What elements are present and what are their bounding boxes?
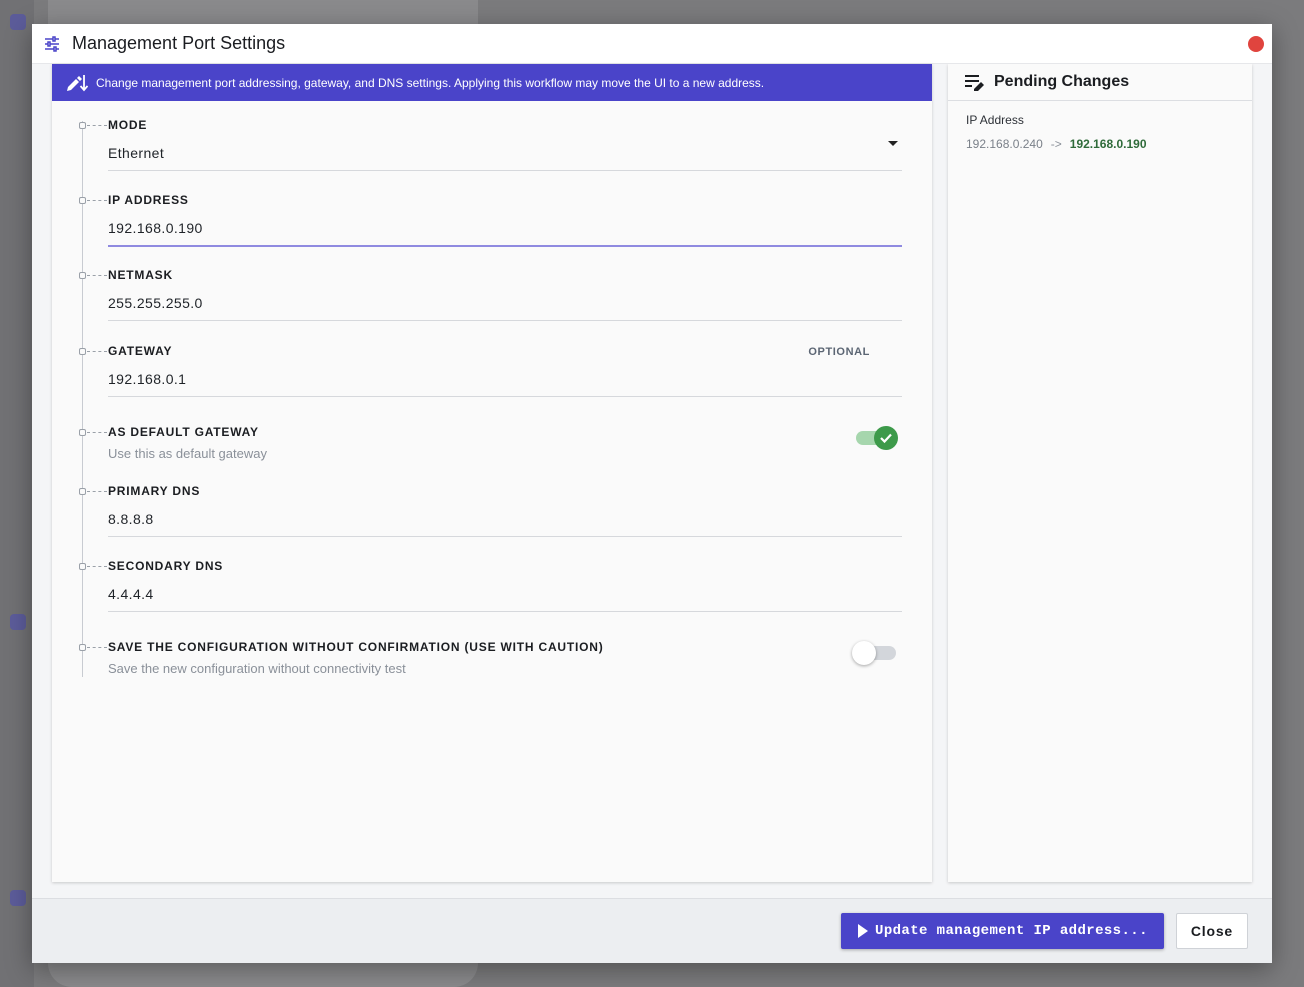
background-icon xyxy=(10,890,26,906)
ip-address-field[interactable]: IP ADDRESS 192.168.0.190 xyxy=(79,174,902,250)
settings-form: Change management port addressing, gatew… xyxy=(52,64,932,882)
background-sidebar xyxy=(0,0,34,987)
primary-dns-label: PRIMARY DNS xyxy=(108,484,201,498)
default-gateway-toggle[interactable] xyxy=(854,426,898,450)
pending-change-item: IP Address 192.168.0.240 -> 192.168.0.190 xyxy=(948,101,1252,163)
toggle-knob xyxy=(852,641,876,665)
default-gateway-label: AS DEFAULT GATEWAY xyxy=(108,425,259,439)
close-button[interactable]: Close xyxy=(1175,913,1248,949)
pending-changes-header: Pending Changes xyxy=(948,64,1252,101)
mode-underline xyxy=(108,170,902,171)
tree-line xyxy=(82,121,83,677)
play-icon xyxy=(857,924,869,938)
gateway-label: GATEWAY xyxy=(108,344,173,358)
change-new-value: 192.168.0.190 xyxy=(1069,137,1147,151)
background-icon xyxy=(10,614,26,630)
tree-node xyxy=(79,272,86,279)
dialog-footer: Update management IP address... Close xyxy=(32,898,1272,963)
secondary-dns-field[interactable]: SECONDARY DNS 4.4.4.4 xyxy=(79,541,902,616)
dialog-header: Management Port Settings xyxy=(32,24,1272,64)
tree-node xyxy=(79,563,86,570)
save-without-confirmation-toggle[interactable] xyxy=(852,641,898,665)
tree-dash xyxy=(87,275,107,276)
primary-dns-field[interactable]: PRIMARY DNS 8.8.8.8 xyxy=(79,460,902,541)
save-without-confirmation-description: Save the new configuration without conne… xyxy=(108,661,406,676)
chevron-down-icon[interactable] xyxy=(888,141,898,146)
tree-dash xyxy=(87,647,107,648)
primary-dns-underline xyxy=(108,536,902,537)
tree-node xyxy=(79,644,86,651)
tune-icon xyxy=(44,35,60,52)
netmask-field[interactable]: NETMASK 255.255.255.0 xyxy=(79,250,902,325)
tree-dash xyxy=(87,566,107,567)
checkmark-icon xyxy=(874,426,898,450)
close-dialog-button[interactable] xyxy=(1248,36,1264,52)
form-fields: MODE Ethernet IP ADDRESS 192.168.0.190 N… xyxy=(52,101,932,686)
netmask-input[interactable]: 255.255.255.0 xyxy=(108,288,902,320)
tree-node xyxy=(79,488,86,495)
save-without-confirmation-label: SAVE THE CONFIGURATION WITHOUT CONFIRMAT… xyxy=(108,640,604,654)
optional-badge: OPTIONAL xyxy=(808,346,870,358)
background-icon xyxy=(10,14,26,30)
secondary-dns-underline xyxy=(108,611,902,612)
mode-select[interactable]: Ethernet xyxy=(108,138,902,170)
pending-changes-panel: Pending Changes IP Address 192.168.0.240… xyxy=(948,64,1252,882)
netmask-label: NETMASK xyxy=(108,268,173,282)
update-ip-button[interactable]: Update management IP address... xyxy=(841,913,1164,949)
management-port-dialog: Management Port Settings Change manageme… xyxy=(32,24,1272,963)
edit-arrow-icon xyxy=(66,73,88,93)
ip-address-label: IP ADDRESS xyxy=(108,193,189,207)
gateway-underline xyxy=(108,396,902,397)
netmask-underline xyxy=(108,320,902,321)
info-banner: Change management port addressing, gatew… xyxy=(52,64,932,101)
gateway-field[interactable]: GATEWAY OPTIONAL 192.168.0.1 xyxy=(79,325,902,401)
change-name: IP Address xyxy=(966,113,1024,127)
ip-address-input[interactable]: 192.168.0.190 xyxy=(108,213,902,245)
tree-dash xyxy=(87,432,107,433)
tree-dash xyxy=(87,200,107,201)
update-ip-label: Update management IP address... xyxy=(875,923,1148,939)
default-gateway-field: AS DEFAULT GATEWAY Use this as default g… xyxy=(79,401,902,461)
ip-address-underline xyxy=(108,245,902,247)
change-values: 192.168.0.240 -> 192.168.0.190 xyxy=(966,137,1234,151)
mode-label: MODE xyxy=(108,118,148,132)
gateway-input[interactable]: 192.168.0.1 xyxy=(108,364,902,396)
tree-node xyxy=(79,122,86,129)
dialog-title: Management Port Settings xyxy=(72,33,286,53)
tree-node xyxy=(79,197,86,204)
primary-dns-input[interactable]: 8.8.8.8 xyxy=(108,504,902,536)
banner-text: Change management port addressing, gatew… xyxy=(96,75,765,90)
tree-node xyxy=(79,348,86,355)
dialog-body: Change management port addressing, gatew… xyxy=(32,64,1272,898)
tree-node xyxy=(79,429,86,436)
tree-dash xyxy=(87,125,107,126)
secondary-dns-label: SECONDARY DNS xyxy=(108,559,224,573)
tree-dash xyxy=(87,351,107,352)
pending-edit-icon xyxy=(964,73,986,91)
change-old-value: 192.168.0.240 xyxy=(966,137,1043,151)
mode-field[interactable]: MODE Ethernet xyxy=(79,101,902,174)
tree-dash xyxy=(87,491,107,492)
save-without-confirmation-field: SAVE THE CONFIGURATION WITHOUT CONFIRMAT… xyxy=(79,616,902,686)
change-arrow: -> xyxy=(1050,137,1062,151)
pending-changes-title: Pending Changes xyxy=(994,73,1130,90)
secondary-dns-input[interactable]: 4.4.4.4 xyxy=(108,579,902,611)
default-gateway-description: Use this as default gateway xyxy=(108,446,267,461)
